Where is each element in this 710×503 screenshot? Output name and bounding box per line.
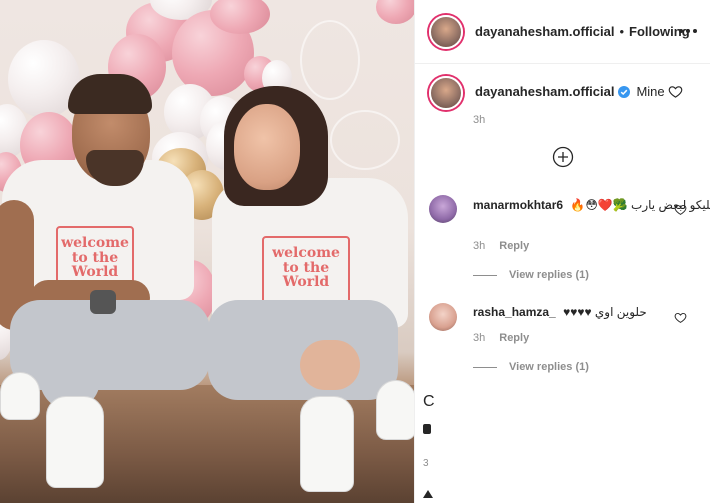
heart-icon[interactable] (674, 203, 687, 216)
plus-circle-icon[interactable] (552, 146, 574, 168)
commenter-avatar[interactable] (429, 303, 457, 331)
caption-username[interactable]: dayanahesham.official (475, 84, 614, 99)
wall-doodle (300, 20, 360, 100)
caption-text: Mine (636, 84, 665, 99)
comment-text: حلوين اوي ♥♥♥♥ (563, 305, 647, 319)
heart-icon (668, 86, 682, 98)
balloon (376, 0, 414, 24)
post-sidebar: dayanahesham.official • Following dayana… (414, 0, 710, 503)
balloon (210, 0, 270, 34)
caption-timestamp: 3h (473, 114, 486, 126)
reply-button[interactable]: Reply (499, 332, 529, 344)
comment-username[interactable]: rasha_hamza_ (473, 305, 556, 319)
author-avatar[interactable] (429, 14, 463, 49)
comment-item: rasha_hamza_ حلوين اوي ♥♥♥♥ 3h Reply Vie… (415, 301, 710, 391)
clipped-number: 3 (423, 458, 429, 469)
view-replies-button[interactable]: View replies (1) (473, 361, 589, 373)
view-replies-label: View replies (1) (509, 269, 589, 281)
header-separator: • (619, 24, 625, 39)
commenter-avatar[interactable] (429, 195, 457, 223)
clipped-glyph: C (423, 393, 435, 410)
heart-icon[interactable] (674, 311, 687, 324)
author-username[interactable]: dayanahesham.official (475, 24, 614, 39)
clipped-icon (423, 424, 431, 434)
wall-doodle (330, 110, 400, 170)
post-caption: dayanahesham.official Mine (415, 76, 710, 110)
post-header: dayanahesham.official • Following (415, 0, 710, 64)
post-photo[interactable]: welcome to the World welcome to the Worl… (0, 0, 414, 503)
clipped-arrow-icon (423, 490, 433, 498)
caption-avatar[interactable] (429, 76, 463, 110)
comment-timestamp: 3h (473, 240, 486, 252)
comment-timestamp: 3h (473, 332, 486, 344)
comment-item: manarmokhtar6 ربنا يخليكو لبعض يارب 🥦❤️😳… (415, 193, 710, 293)
view-replies-button[interactable]: View replies (1) (473, 269, 589, 281)
reply-button[interactable]: Reply (499, 240, 529, 252)
verified-badge-icon (618, 85, 631, 98)
view-replies-label: View replies (1) (509, 361, 589, 373)
more-options-icon[interactable] (679, 22, 697, 40)
comment-username[interactable]: manarmokhtar6 (473, 198, 563, 212)
comment-text: ربنا يخليكو لبعض يارب 🥦❤️😳🔥 (570, 198, 710, 212)
